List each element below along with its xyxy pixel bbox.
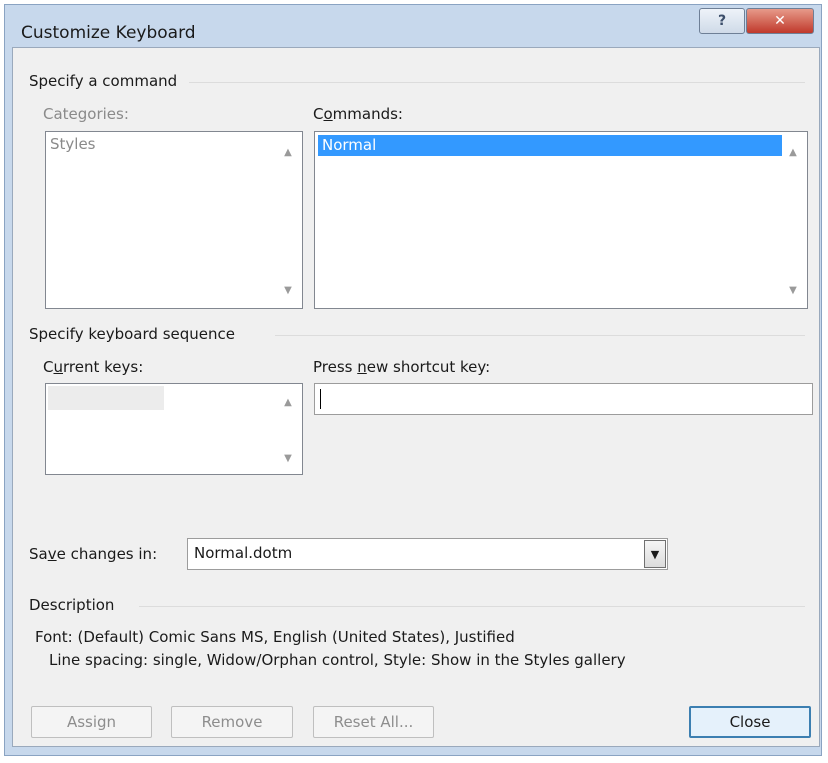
description-line-2: Line spacing: single, Widow/Orphan contr…	[49, 651, 626, 669]
close-button[interactable]: Close	[689, 706, 811, 738]
dialog-client-area: Specify a command Categories: Styles ▲ ▼…	[12, 47, 820, 747]
text-caret	[320, 389, 321, 409]
remove-button[interactable]: Remove	[171, 706, 293, 738]
categories-label: Categories:	[43, 105, 129, 123]
help-icon: ?	[717, 13, 727, 29]
scroll-up-icon[interactable]: ▲	[278, 394, 298, 410]
close-icon: ✕	[774, 13, 786, 29]
save-changes-value: Normal.dotm	[194, 544, 293, 562]
assign-button[interactable]: Assign	[31, 706, 152, 738]
scroll-up-icon[interactable]: ▲	[783, 144, 803, 160]
scroll-up-icon[interactable]: ▲	[278, 144, 298, 160]
save-changes-dropdown[interactable]: Normal.dotm ▼	[187, 538, 668, 570]
description-line-1: Font: (Default) Comic Sans MS, English (…	[35, 628, 515, 646]
commands-label: Commands:	[313, 105, 403, 123]
help-button[interactable]: ?	[699, 8, 745, 34]
new-shortcut-label: Press new shortcut key:	[313, 358, 491, 376]
specify-command-group-label: Specify a command	[29, 72, 178, 90]
chevron-down-icon[interactable]: ▼	[644, 540, 666, 568]
new-shortcut-input[interactable]	[314, 383, 813, 415]
group-divider	[189, 82, 805, 83]
command-item-selected[interactable]: Normal	[318, 135, 782, 156]
commands-listbox[interactable]: Normal ▲ ▼	[314, 131, 808, 309]
title-close-button[interactable]: ✕	[746, 8, 814, 34]
group-divider	[275, 335, 805, 336]
scroll-down-icon[interactable]: ▼	[783, 282, 803, 298]
current-keys-listbox[interactable]: ▲ ▼	[45, 383, 303, 475]
keyboard-sequence-group-label: Specify keyboard sequence	[29, 325, 235, 343]
scroll-down-icon[interactable]: ▼	[278, 282, 298, 298]
categories-listbox[interactable]: Styles ▲ ▼	[45, 131, 303, 309]
scroll-down-icon[interactable]: ▼	[278, 450, 298, 466]
current-keys-label: Current keys:	[43, 358, 144, 376]
description-group-label: Description	[29, 596, 115, 614]
current-keys-empty-row	[48, 386, 164, 410]
dialog-title: Customize Keyboard	[21, 23, 196, 43]
reset-all-button[interactable]: Reset All...	[313, 706, 434, 738]
group-divider	[139, 606, 805, 607]
category-item[interactable]: Styles	[50, 135, 96, 153]
save-changes-label: Save changes in:	[29, 545, 158, 563]
